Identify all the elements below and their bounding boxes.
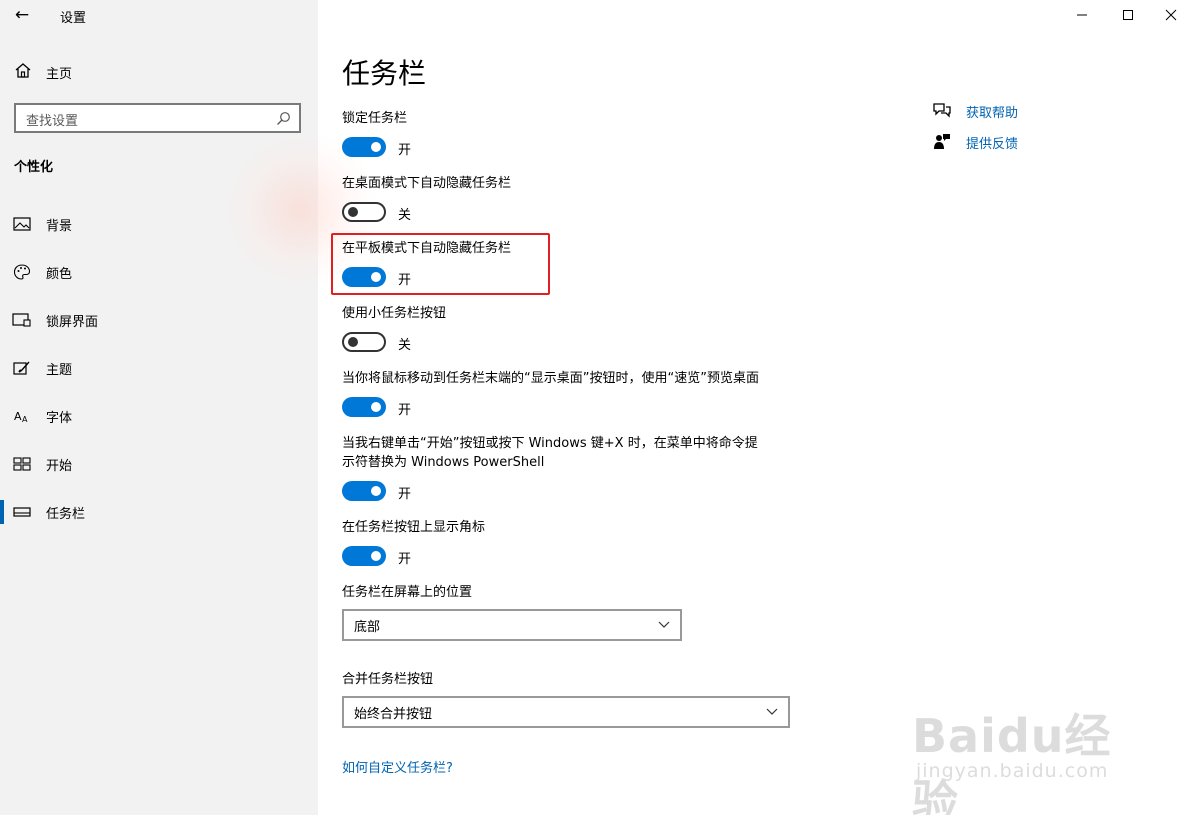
toggle-state: 开 bbox=[398, 143, 412, 158]
svg-text:A: A bbox=[22, 415, 28, 424]
toggle-knob bbox=[371, 272, 381, 282]
minimize-button[interactable] bbox=[1059, 2, 1105, 28]
setting-label: 合并任务栏按钮 bbox=[342, 672, 434, 687]
sidebar-item-label: 主页 bbox=[46, 67, 73, 82]
sidebar-item-background[interactable]: 背景 bbox=[0, 207, 318, 241]
setting-label: 在平板模式下自动隐藏任务栏 bbox=[342, 241, 512, 256]
select-value: 始终合并按钮 bbox=[354, 707, 433, 722]
start-icon bbox=[12, 455, 32, 473]
setting-label: 示符替换为 Windows PowerShell bbox=[342, 455, 545, 470]
search-input[interactable]: 查找设置 bbox=[14, 103, 301, 133]
lock-screen-icon bbox=[12, 311, 32, 329]
combine-buttons-select[interactable]: 始终合并按钮 bbox=[342, 696, 790, 728]
setting-label: 使用小任务栏按钮 bbox=[342, 306, 447, 321]
app-title: 设置 bbox=[60, 11, 87, 26]
toggle-knob bbox=[348, 207, 358, 217]
sidebar-item-start[interactable]: 开始 bbox=[0, 447, 318, 481]
maximize-button[interactable] bbox=[1105, 2, 1151, 28]
sidebar-item-taskbar[interactable]: 任务栏 bbox=[0, 495, 318, 529]
toggle-state: 开 bbox=[398, 273, 412, 288]
setting-label: 当我右键单击“开始”按钮或按下 Windows 键+X 时，在菜单中将命令提 bbox=[342, 436, 758, 451]
toggle-state: 开 bbox=[398, 552, 412, 567]
select-value: 底部 bbox=[354, 620, 381, 635]
maximize-icon bbox=[1123, 10, 1133, 20]
sidebar-item-label: 主题 bbox=[46, 363, 73, 378]
sidebar-item-label: 背景 bbox=[46, 219, 73, 234]
setting-label: 在桌面模式下自动隐藏任务栏 bbox=[342, 176, 512, 191]
setting-label: 任务栏在屏幕上的位置 bbox=[342, 585, 473, 600]
toggle-state: 开 bbox=[398, 403, 412, 418]
toggle-state: 开 bbox=[398, 487, 412, 502]
setting-label: 锁定任务栏 bbox=[342, 111, 408, 126]
get-help-label: 获取帮助 bbox=[966, 106, 1019, 121]
toggle-knob bbox=[371, 486, 381, 496]
chevron-down-icon bbox=[658, 621, 670, 628]
peek-toggle[interactable] bbox=[342, 397, 386, 417]
small-buttons-toggle[interactable] bbox=[342, 332, 386, 352]
setting-label: 当你将鼠标移动到任务栏末端的“显示桌面”按钮时，使用“速览”预览桌面 bbox=[342, 371, 759, 386]
sidebar-item-label: 开始 bbox=[46, 459, 73, 474]
sidebar-item-label: 锁屏界面 bbox=[46, 315, 99, 330]
badges-toggle[interactable] bbox=[342, 546, 386, 566]
close-button[interactable] bbox=[1148, 2, 1194, 28]
image-icon bbox=[12, 215, 32, 233]
toggle-state: 关 bbox=[398, 208, 412, 223]
feedback-label: 提供反馈 bbox=[966, 137, 1019, 152]
sidebar-item-fonts[interactable]: AA 字体 bbox=[0, 399, 318, 433]
sidebar-item-themes[interactable]: 主题 bbox=[0, 351, 318, 385]
theme-icon bbox=[12, 359, 32, 377]
toggle-state: 关 bbox=[398, 338, 412, 353]
sidebar: ← 设置 主页 查找设置 个性化 背景 颜色 锁屏界面 主题 A A 字体 开始… bbox=[0, 0, 380, 815]
minimize-icon bbox=[1077, 14, 1087, 16]
customize-taskbar-link[interactable]: 如何自定义任务栏? bbox=[342, 757, 453, 776]
taskbar-position-select[interactable]: 底部 bbox=[342, 609, 682, 641]
sidebar-item-colors[interactable]: 颜色 bbox=[0, 255, 318, 289]
watermark-url: jingyan.baidu.com bbox=[916, 760, 1109, 782]
feedback-person-icon bbox=[932, 132, 952, 150]
sidebar-item-home[interactable]: 主页 bbox=[0, 58, 318, 86]
help-chat-icon bbox=[932, 101, 952, 119]
close-icon bbox=[1165, 9, 1177, 21]
sidebar-item-lock-screen[interactable]: 锁屏界面 bbox=[0, 303, 318, 337]
chevron-down-icon bbox=[766, 708, 778, 715]
toggle-knob bbox=[371, 142, 381, 152]
section-title: 个性化 bbox=[14, 160, 54, 175]
page-title: 任务栏 bbox=[342, 57, 427, 90]
back-button[interactable]: ← bbox=[10, 4, 34, 26]
taskbar-icon bbox=[12, 503, 32, 521]
toggle-knob bbox=[371, 551, 381, 561]
back-arrow-icon: ← bbox=[14, 5, 30, 25]
toggle-knob bbox=[348, 337, 358, 347]
auto-hide-tablet-toggle[interactable] bbox=[342, 267, 386, 287]
toggle-knob bbox=[371, 402, 381, 412]
search-icon[interactable] bbox=[276, 111, 291, 126]
font-icon: AA bbox=[12, 407, 32, 425]
home-icon bbox=[13, 61, 33, 81]
sidebar-item-label: 颜色 bbox=[46, 267, 73, 282]
sidebar-item-label: 任务栏 bbox=[46, 507, 86, 522]
lock-taskbar-toggle[interactable] bbox=[342, 137, 386, 157]
palette-icon bbox=[12, 263, 32, 281]
auto-hide-desktop-toggle[interactable] bbox=[342, 202, 386, 222]
powershell-toggle[interactable] bbox=[342, 481, 386, 501]
search-placeholder: 查找设置 bbox=[26, 114, 79, 129]
svg-text:A: A bbox=[14, 410, 22, 423]
watermark-brand: Baidu经验 bbox=[912, 709, 1112, 815]
setting-label: 在任务栏按钮上显示角标 bbox=[342, 520, 486, 535]
baidu-watermark: Baidu经验 jingyan.baidu.com bbox=[912, 686, 1152, 815]
sidebar-item-label: 字体 bbox=[46, 411, 73, 426]
